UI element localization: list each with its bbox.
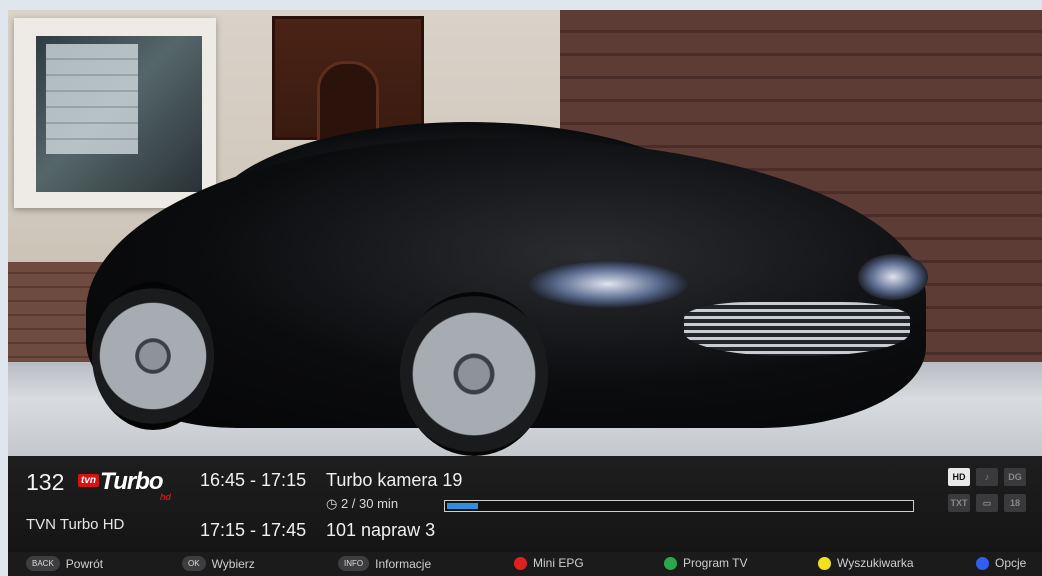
logo-turbo: Turbo [100,468,164,495]
current-program-title: Turbo kamera 19 [326,470,463,490]
info-key-icon: INFO [338,556,370,571]
hint-search-label: Wyszukiwarka [837,556,914,570]
tv-screen: 132 tvn Turbo hd TVN Turbo HD 16:45 - 17… [8,10,1042,576]
headlight-left [528,260,688,308]
hint-options-label: Opcje [995,556,1027,570]
hint-back[interactable]: BACK Powrót [26,556,103,571]
rear-wheel [400,292,548,456]
green-button-icon [664,556,677,570]
headlight-right [858,254,928,300]
glass-block [46,44,138,154]
next-program-time: 17:15 - 17:45 [200,520,307,540]
hint-info-label: Informacje [375,556,432,571]
hint-options[interactable]: Opcje [976,556,1026,570]
age-rating-badge: 18 [1004,494,1026,512]
subtitles-badge-icon: ▭ [976,494,998,512]
next-program-title: 101 napraw 3 [326,520,436,540]
hint-ok[interactable]: OK Wybierz [182,556,255,571]
dg-badge: DG [1004,468,1026,486]
channel-number: 132 [26,469,65,495]
back-key-icon: BACK [26,556,60,571]
hint-search[interactable]: Wyszukiwarka [818,556,914,570]
channel-name: TVN Turbo HD [26,516,125,533]
channel-logo: tvn Turbo hd [78,468,178,502]
teletext-badge: TXT [948,494,970,512]
elapsed-time: ◷ 2 / 30 min [326,496,398,512]
hint-ok-label: Wybierz [211,556,255,571]
elapsed-label: 2 / 30 min [340,496,399,511]
front-wheel [92,282,214,430]
current-program-time: 16:45 - 17:15 [200,470,307,490]
logo-tvn: tvn [78,474,99,487]
audio-badge-icon: ♪ [976,468,998,486]
hint-info[interactable]: INFO Informacje [338,556,431,571]
hint-program-tv[interactable]: Program TV [664,556,747,570]
red-button-icon [514,556,527,570]
hint-program-tv-label: Program TV [683,556,748,570]
house-window [14,18,216,208]
channel-info-bar: 132 tvn Turbo hd TVN Turbo HD 16:45 - 17… [8,456,1042,552]
hint-back-label: Powrót [65,556,104,571]
hd-badge: HD [948,468,970,486]
program-progress-bar [444,500,914,512]
front-door [272,16,424,143]
ok-key-icon: OK [182,556,206,571]
progress-fill [447,503,479,509]
car-grille [684,302,910,356]
logo-hd: hd [160,492,171,502]
clock-icon: ◷ [326,496,338,511]
hint-mini-epg-label: Mini EPG [533,556,584,570]
yellow-button-icon [818,556,831,570]
key-hints-bar: BACK Powrót OK Wybierz INFO Informacje M… [8,552,1042,576]
blue-button-icon [976,556,989,570]
hint-mini-epg[interactable]: Mini EPG [514,556,584,570]
video-picture [8,10,1042,456]
